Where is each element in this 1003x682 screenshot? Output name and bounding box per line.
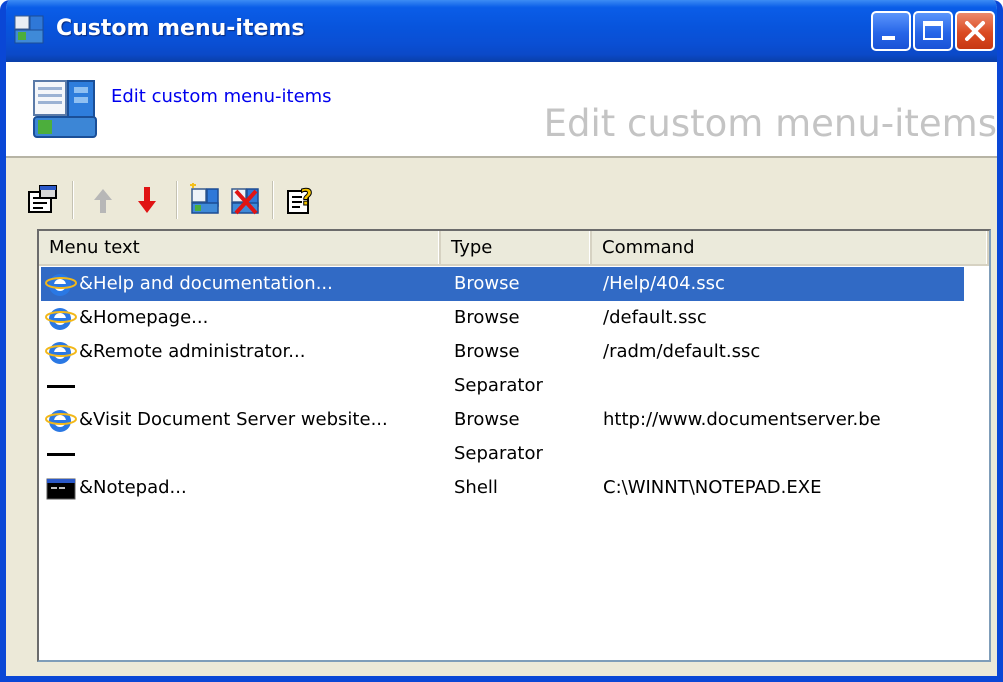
ie-icon — [45, 308, 77, 330]
delete-item-button[interactable] — [228, 183, 262, 217]
maximize-icon — [923, 21, 943, 40]
list-item[interactable]: &Remote administrator... Browse /radm/de… — [41, 335, 964, 369]
svg-text:?: ? — [300, 186, 313, 211]
properties-icon — [28, 185, 57, 213]
ie-icon — [45, 342, 77, 364]
list-item[interactable]: Separator — [41, 437, 964, 471]
menu-text-cell: &Help and documentation... — [79, 273, 333, 294]
type-cell: Browse — [454, 273, 520, 294]
menu-text-cell: &Notepad... — [79, 477, 187, 498]
list-item[interactable]: &Homepage... Browse /default.ssc — [41, 301, 964, 335]
list-item[interactable]: &Help and documentation... Browse /Help/… — [41, 267, 964, 301]
minimize-button[interactable] — [871, 11, 911, 51]
edit-menu-items-link[interactable]: Edit custom menu-items — [111, 86, 332, 107]
move-up-icon — [94, 189, 112, 213]
separator-line-icon — [47, 385, 75, 388]
command-cell: /default.ssc — [603, 307, 707, 328]
toolbar-separator — [72, 181, 74, 219]
command-cell: C:\WINNT\NOTEPAD.EXE — [603, 477, 822, 498]
column-header-menu-text[interactable]: Menu text — [39, 231, 441, 264]
separator-line-icon — [47, 453, 75, 456]
move-up-button[interactable] — [86, 183, 120, 217]
delete-item-icon — [231, 188, 259, 215]
toolbar-separator — [176, 181, 178, 219]
column-header-command[interactable]: Command — [592, 231, 989, 264]
type-cell: Browse — [454, 409, 520, 430]
column-header-type[interactable]: Type — [441, 231, 592, 264]
list-item[interactable]: &Notepad... Shell C:\WINNT\NOTEPAD.EXE — [41, 471, 964, 505]
window-title: Custom menu-items — [56, 16, 305, 41]
command-cell: /radm/default.ssc — [603, 341, 761, 362]
ie-icon — [45, 410, 77, 432]
app-window: Custom menu-items Edit custom menu-items… — [0, 0, 1003, 682]
close-button[interactable] — [955, 11, 995, 51]
move-down-icon — [138, 187, 156, 213]
list-item[interactable]: Separator — [41, 369, 964, 403]
type-cell: Browse — [454, 307, 520, 328]
add-item-icon — [190, 182, 219, 214]
help-icon: ? — [287, 186, 313, 214]
help-button[interactable]: ? — [284, 183, 318, 217]
command-cell: /Help/404.ssc — [603, 273, 725, 294]
menu-text-cell: &Visit Document Server website... — [79, 409, 388, 430]
type-cell: Browse — [454, 341, 520, 362]
menu-items-list[interactable]: Menu text Type Command &Help and documen… — [37, 229, 991, 662]
type-cell: Separator — [454, 443, 543, 464]
toolbar: ? — [26, 181, 426, 221]
properties-button[interactable] — [26, 183, 60, 217]
list-item[interactable]: &Visit Document Server website... Browse… — [41, 403, 964, 437]
minimize-icon — [882, 36, 895, 40]
command-cell: http://www.documentserver.be — [603, 409, 881, 430]
menu-text-cell: &Homepage... — [79, 307, 209, 328]
add-item-button[interactable] — [188, 182, 222, 217]
header-panel: Edit custom menu-items Edit custom menu-… — [6, 62, 997, 158]
ie-icon — [45, 274, 77, 296]
type-cell: Separator — [454, 375, 543, 396]
close-icon — [965, 21, 985, 41]
menu-text-cell: &Remote administrator... — [79, 341, 306, 362]
menu-items-icon — [33, 80, 97, 138]
title-bar[interactable]: Custom menu-items — [6, 0, 997, 62]
toolbar-separator — [272, 181, 274, 219]
app-icon — [14, 15, 44, 44]
header-watermark: Edit custom menu-items — [543, 102, 997, 145]
type-cell: Shell — [454, 477, 498, 498]
maximize-button[interactable] — [913, 11, 953, 51]
move-down-button[interactable] — [130, 183, 164, 217]
console-icon — [46, 478, 76, 500]
list-header: Menu text Type Command — [39, 231, 989, 266]
